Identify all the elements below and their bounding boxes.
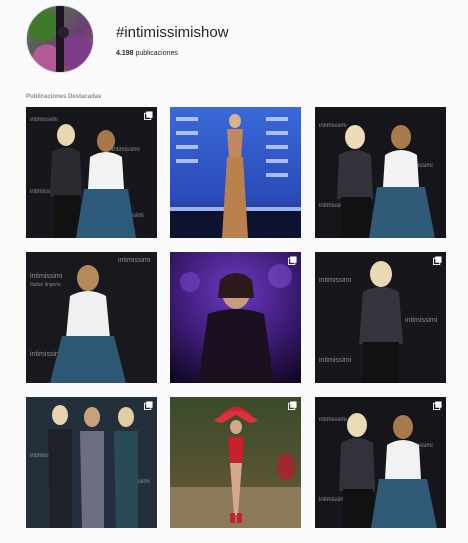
brand-watermark: intimissimi <box>319 497 347 503</box>
post-tile[interactable]: intimissimi intimissimi <box>26 397 157 528</box>
brand-watermark: intimissimi <box>405 317 438 324</box>
brand-watermark: intimissimi <box>319 357 352 364</box>
featured-posts-label: Publicaciones Destacadas <box>26 94 102 100</box>
post-tile[interactable] <box>170 397 301 528</box>
brand-watermark: intimissimi <box>319 417 347 423</box>
carousel-icon <box>433 256 442 265</box>
post-tile[interactable]: intimissimi intimissimi intimissimi <box>315 107 446 238</box>
carousel-icon <box>288 256 297 265</box>
post-tile[interactable]: intimissimi intimissimi intimissimi <box>315 252 446 383</box>
post-tile[interactable] <box>170 252 301 383</box>
post-grid: intimissimi intimissimi intimissimi inti… <box>26 107 446 529</box>
carousel-icon <box>433 401 442 410</box>
carousel-icon <box>144 401 153 410</box>
brand-watermark: intimissimi <box>319 277 352 284</box>
brand-watermark: intimissimi <box>118 257 151 264</box>
brand-watermark: intimissimi <box>112 147 140 153</box>
brand-watermark: intimissimi <box>30 273 63 280</box>
post-tile[interactable]: intimissimi intimissimi intimissimi inti… <box>26 107 157 238</box>
post-tile[interactable] <box>170 107 301 238</box>
post-count-label: publicaciones <box>135 50 178 57</box>
hashtag-header: #intimissimishow 4.198 publicaciones <box>26 5 446 75</box>
post-tile[interactable]: intimissimi intimissimi intimissimi <box>315 397 446 528</box>
brand-watermark: intimissimi <box>319 123 347 129</box>
carousel-icon <box>144 111 153 120</box>
post-tile[interactable]: intimissimi intimissimi intimissimi Ital… <box>26 252 157 383</box>
post-count-number: 4.198 <box>116 50 134 57</box>
brand-watermark: intimissimi <box>30 117 58 123</box>
hashtag-title: #intimissimishow <box>116 24 229 41</box>
hashtag-avatar[interactable] <box>26 5 94 73</box>
post-count: 4.198 publicaciones <box>116 50 178 57</box>
brand-tagline: Italian lingerie <box>30 282 61 288</box>
carousel-icon <box>288 401 297 410</box>
